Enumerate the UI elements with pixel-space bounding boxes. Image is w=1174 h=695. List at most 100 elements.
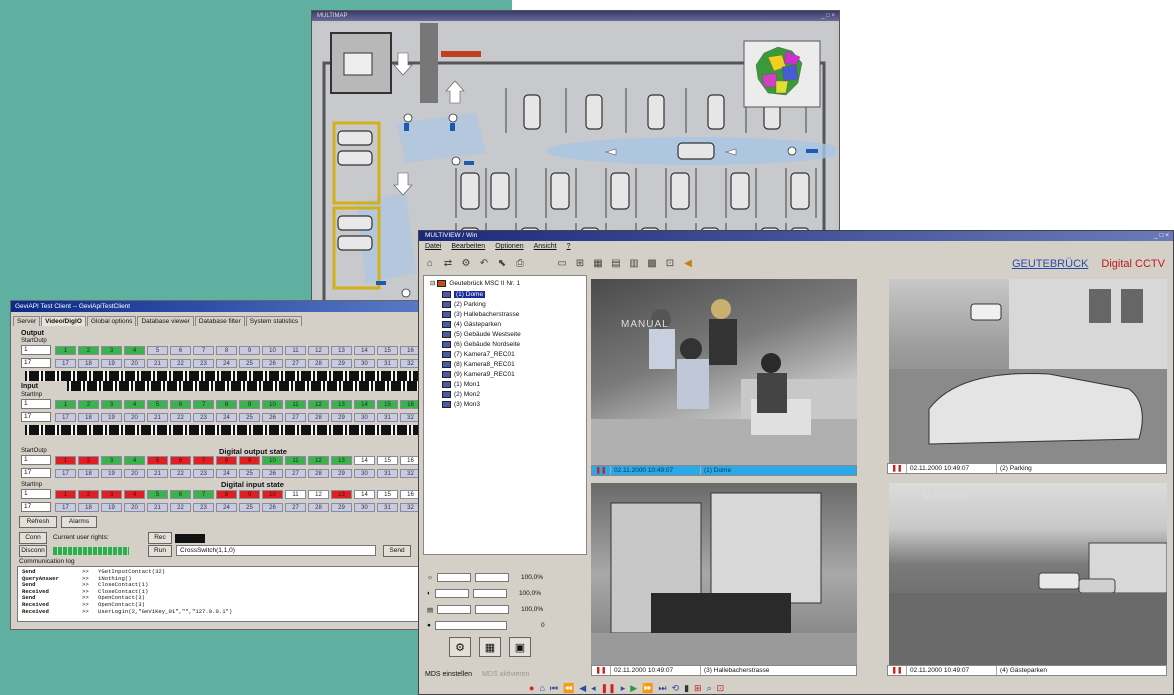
- io-cell[interactable]: 6: [170, 490, 191, 499]
- tab-server[interactable]: Server: [13, 316, 41, 326]
- io-cell[interactable]: 14: [354, 400, 375, 409]
- settings-icon[interactable]: ⚙: [459, 257, 473, 271]
- layout-16-icon[interactable]: ▥: [627, 257, 641, 271]
- io-cell[interactable]: 8: [216, 400, 237, 409]
- io-cell[interactable]: 18: [78, 503, 99, 512]
- io-cell[interactable]: 2: [78, 400, 99, 409]
- io-cell[interactable]: 25: [239, 503, 260, 512]
- io-cell[interactable]: 17: [55, 503, 76, 512]
- contrast-slider-b[interactable]: [472, 589, 507, 598]
- select-icon[interactable]: ⬉: [495, 257, 509, 271]
- io-cell[interactable]: 12: [308, 490, 329, 499]
- io-cell[interactable]: 30: [354, 503, 375, 512]
- dout-start-spinner[interactable]: 1: [21, 455, 51, 465]
- io-cell[interactable]: 13: [331, 456, 352, 465]
- io-cell[interactable]: 4: [124, 346, 145, 355]
- io-cell[interactable]: 26: [262, 469, 283, 478]
- io-cell[interactable]: 12: [308, 346, 329, 355]
- io-cell[interactable]: 6: [170, 346, 191, 355]
- layout-1-icon[interactable]: ▭: [555, 257, 569, 271]
- io-cell[interactable]: 5: [147, 490, 168, 499]
- io-cell[interactable]: 14: [354, 456, 375, 465]
- pause-icon[interactable]: ❚❚: [601, 683, 616, 694]
- io-cell[interactable]: 2: [78, 456, 99, 465]
- io-cell[interactable]: 8: [216, 456, 237, 465]
- brightness-slider-a[interactable]: [436, 573, 471, 582]
- pause-icon[interactable]: ❚❚: [592, 666, 610, 675]
- io-cell[interactable]: 25: [239, 359, 260, 368]
- io-cell[interactable]: 9: [239, 456, 260, 465]
- io-cell[interactable]: 26: [262, 359, 283, 368]
- io-cell[interactable]: 3: [101, 400, 122, 409]
- io-cell[interactable]: 7: [193, 400, 214, 409]
- io-cell[interactable]: 6: [170, 456, 191, 465]
- layout-4-icon[interactable]: ⊞: [573, 257, 587, 271]
- io-cell[interactable]: 15: [377, 456, 398, 465]
- io-cell[interactable]: 15: [377, 490, 398, 499]
- communication-log[interactable]: Send >> YGetInputContact(32) QueryAnswer >> 1…: [17, 566, 421, 622]
- io-cell[interactable]: 21: [147, 469, 168, 478]
- io-cell[interactable]: 20: [124, 469, 145, 478]
- io-cell[interactable]: 31: [377, 503, 398, 512]
- video-bar-hallebacherstrasse[interactable]: ❚❚ 02.11.2000 10:49:07 (3) Hallebacherst…: [591, 665, 857, 676]
- undo-icon[interactable]: ↶: [477, 257, 491, 271]
- io-cell[interactable]: 12: [308, 456, 329, 465]
- tree-item[interactable]: (6) Gebäude Nordseite: [442, 340, 520, 349]
- io-cell[interactable]: 20: [124, 503, 145, 512]
- tree-item[interactable]: (4) Gästeparken: [442, 320, 501, 329]
- io-cell[interactable]: 9: [239, 490, 260, 499]
- sound-icon[interactable]: ◀: [681, 257, 695, 271]
- io-cell[interactable]: 14: [354, 490, 375, 499]
- io-cell[interactable]: 27: [285, 359, 306, 368]
- run-button[interactable]: Run: [148, 545, 172, 557]
- skip-end-icon[interactable]: ⏭: [658, 683, 666, 694]
- window-controls[interactable]: _ □ ×: [821, 11, 835, 21]
- send-button[interactable]: Send: [383, 545, 411, 557]
- io-cell[interactable]: 13: [331, 346, 352, 355]
- io-cell[interactable]: 1: [55, 400, 76, 409]
- io-cell[interactable]: 30: [354, 469, 375, 478]
- marker-icon[interactable]: ▮: [684, 683, 689, 694]
- io-cell[interactable]: 9: [239, 346, 260, 355]
- io-cell[interactable]: 31: [377, 413, 398, 422]
- step-back-icon[interactable]: ◀: [579, 683, 586, 694]
- camera-tree[interactable]: ⊟ Geutebrück MSC II Nr. 1 (1) Dome (2) Pa…: [423, 275, 587, 555]
- tab-video-digio[interactable]: Video/DigIO: [41, 316, 86, 326]
- io-cell[interactable]: 19: [101, 503, 122, 512]
- io-cell[interactable]: 21: [147, 503, 168, 512]
- io-cell[interactable]: 31: [377, 359, 398, 368]
- io-cell[interactable]: 17: [55, 359, 76, 368]
- io-cell[interactable]: 18: [78, 359, 99, 368]
- io-cell[interactable]: 5: [147, 346, 168, 355]
- video-gaesteparken[interactable]: MANUAL: [889, 483, 1167, 665]
- io-cell[interactable]: 5: [147, 456, 168, 465]
- window-controls[interactable]: _ □ ×: [1154, 231, 1169, 241]
- output-start-spinner-2[interactable]: 17: [21, 358, 51, 368]
- io-cell[interactable]: 25: [239, 413, 260, 422]
- io-cell[interactable]: 22: [170, 503, 191, 512]
- io-cell[interactable]: 3: [101, 456, 122, 465]
- io-cell[interactable]: 30: [354, 413, 375, 422]
- tree-item[interactable]: (3) Mon3: [442, 400, 480, 409]
- io-cell[interactable]: 12: [308, 400, 329, 409]
- io-cell[interactable]: 13: [331, 490, 352, 499]
- mds-activate-button[interactable]: MDS aktivieren: [482, 671, 529, 678]
- io-cell[interactable]: 29: [331, 469, 352, 478]
- io-cell[interactable]: 19: [101, 413, 122, 422]
- menu-datei[interactable]: Datei: [425, 241, 441, 252]
- io-cell[interactable]: 29: [331, 503, 352, 512]
- io-cell[interactable]: 20: [124, 359, 145, 368]
- calendar-icon[interactable]: ▦: [479, 637, 501, 657]
- menu-optionen[interactable]: Optionen: [495, 241, 523, 252]
- io-cell[interactable]: 5: [147, 400, 168, 409]
- io-cell[interactable]: 17: [55, 469, 76, 478]
- io-cell[interactable]: 17: [55, 413, 76, 422]
- tab-global-options[interactable]: Global options: [86, 316, 137, 326]
- io-cell[interactable]: 22: [170, 413, 191, 422]
- pause-icon[interactable]: ❚❚: [888, 666, 906, 675]
- video-dome[interactable]: MANUAL: [591, 279, 857, 465]
- disconn-button[interactable]: Disconn: [19, 545, 47, 557]
- io-cell[interactable]: 15: [377, 346, 398, 355]
- contrast-slider-a[interactable]: [434, 589, 469, 598]
- io-cell[interactable]: 10: [262, 346, 283, 355]
